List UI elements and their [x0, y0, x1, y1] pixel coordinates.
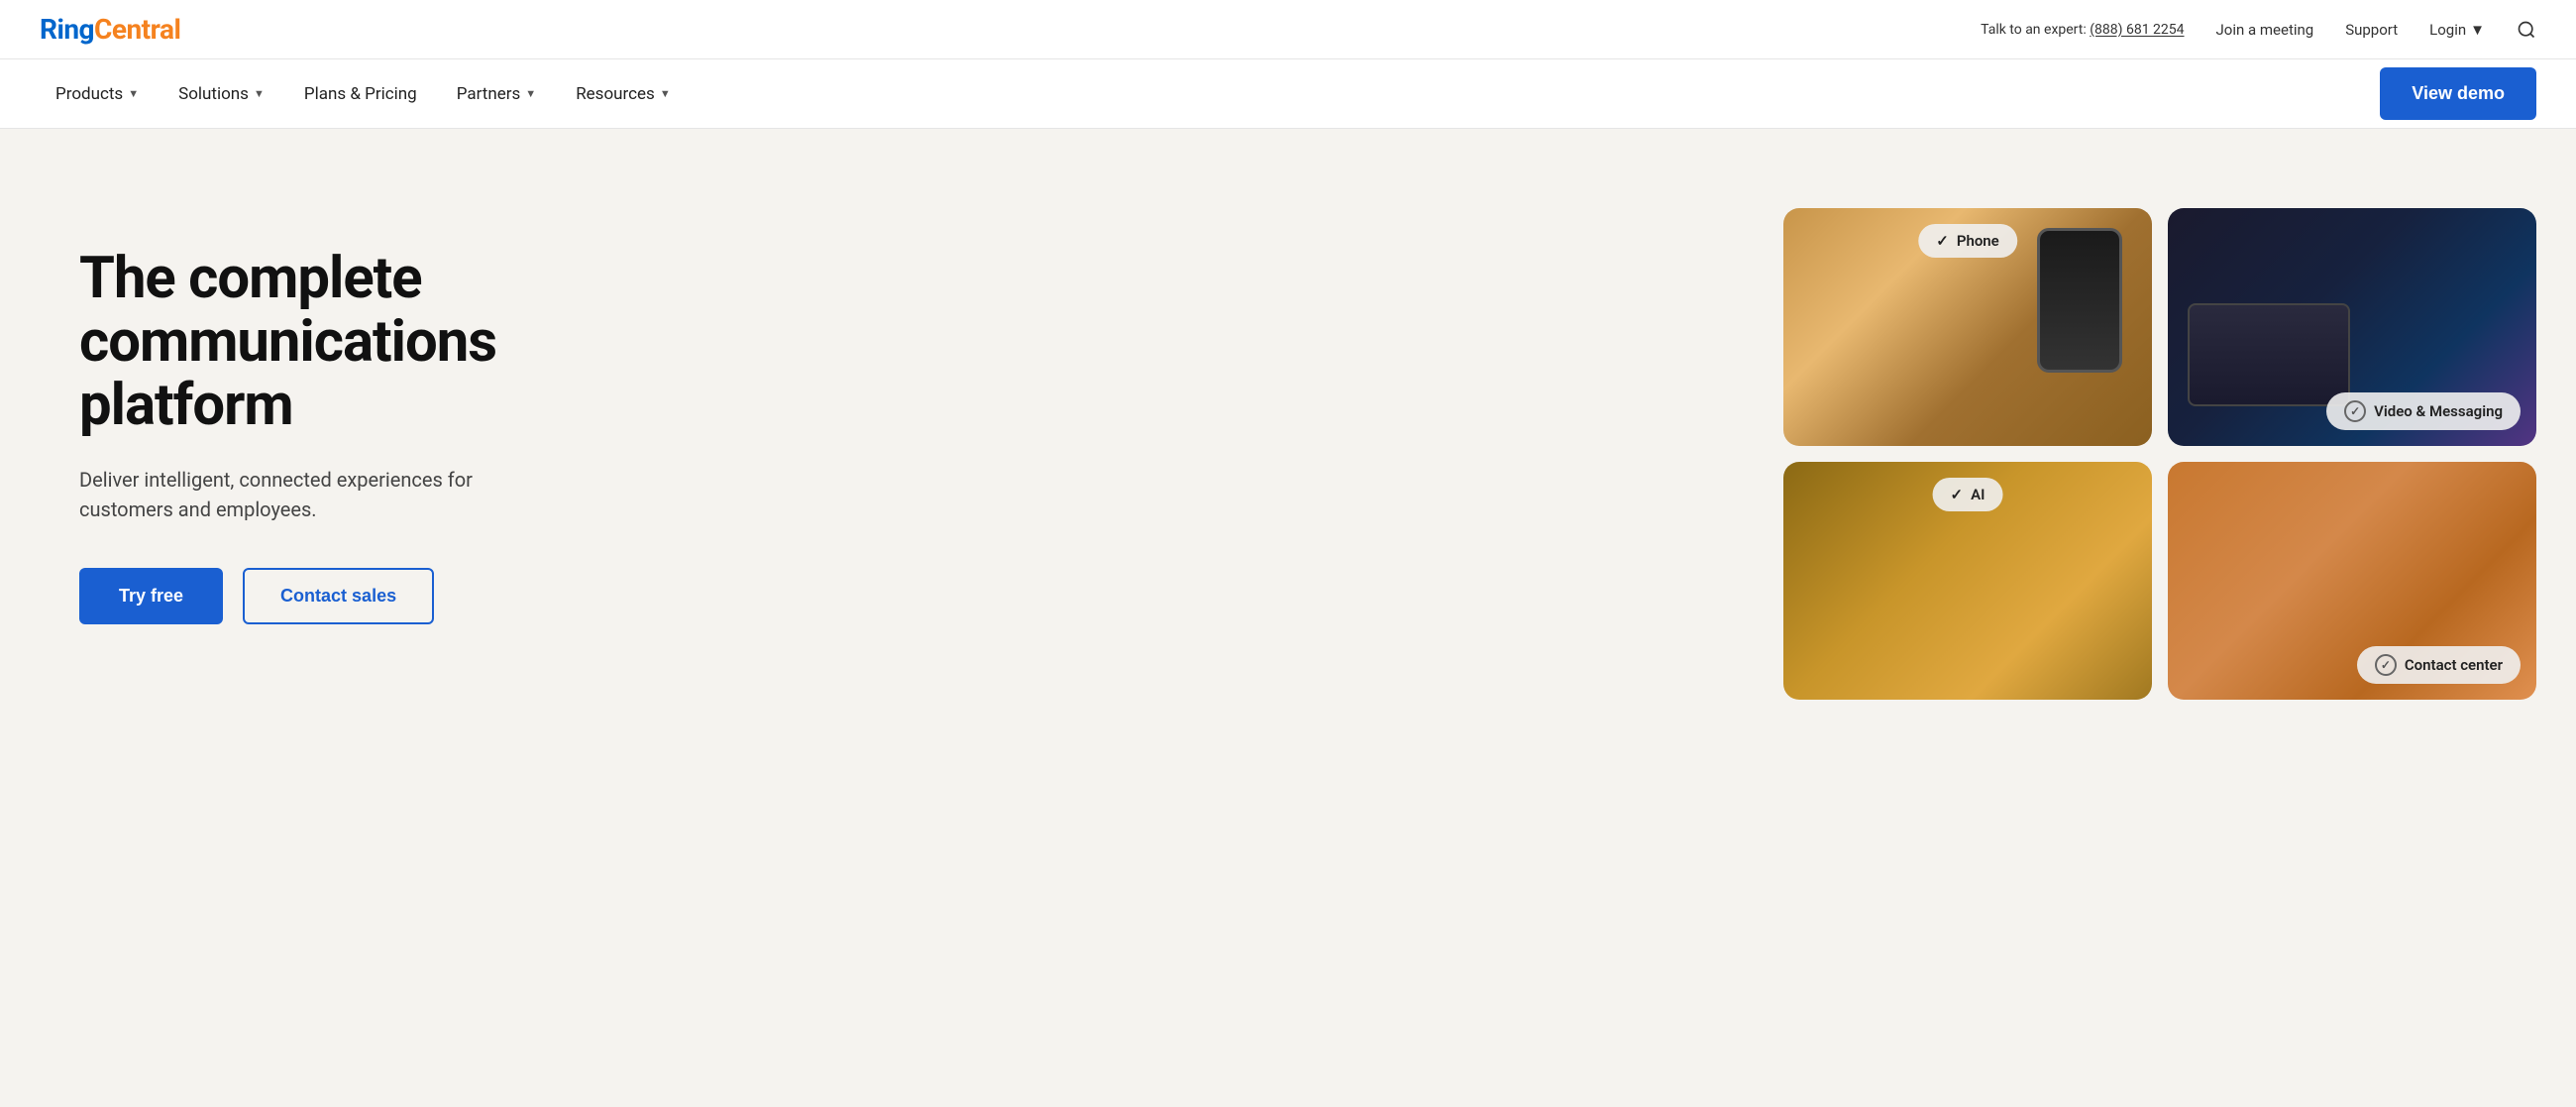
hero-left: The complete communications platform Del…	[79, 188, 594, 624]
check-circle-icon: ✓	[1936, 232, 1949, 250]
chevron-down-icon: ▼	[254, 87, 265, 100]
image-card-phone: ✓ Phone	[1783, 208, 2152, 446]
chevron-down-icon: ▼	[525, 87, 536, 100]
search-icon[interactable]	[2517, 20, 2536, 40]
hero-title: The complete communications platform	[79, 248, 594, 437]
image-card-ai: ✓ AI	[1783, 462, 2152, 700]
contact-sales-button[interactable]: Contact sales	[243, 568, 434, 624]
chevron-down-icon: ▼	[128, 87, 139, 100]
image-card-video: ✓ Video & Messaging	[2168, 208, 2536, 446]
nav-bar: Products ▼ Solutions ▼ Plans & Pricing P…	[0, 59, 2576, 129]
phone-card-label: ✓ Phone	[1918, 224, 2017, 258]
nav-links: Products ▼ Solutions ▼ Plans & Pricing P…	[40, 76, 687, 112]
expert-text: Talk to an expert: (888) 681 2254	[1981, 22, 2184, 38]
nav-plans-pricing[interactable]: Plans & Pricing	[288, 76, 433, 112]
hero-section: The complete communications platform Del…	[0, 129, 2576, 1107]
chevron-down-icon: ▼	[660, 87, 671, 100]
view-demo-button[interactable]: View demo	[2380, 67, 2536, 120]
support-link[interactable]: Support	[2345, 21, 2398, 39]
contact-card-label: ✓ Contact center	[2357, 646, 2521, 684]
top-bar: RingCentral Talk to an expert: (888) 681…	[0, 0, 2576, 59]
top-right: Talk to an expert: (888) 681 2254 Join a…	[1981, 20, 2536, 40]
login-link[interactable]: Login ▼	[2429, 21, 2485, 39]
hero-right: ✓ Phone ✓ Video & Messaging ✓ AI ✓ Conta…	[1783, 188, 2536, 700]
nav-products[interactable]: Products ▼	[40, 76, 155, 112]
nav-resources[interactable]: Resources ▼	[560, 76, 687, 112]
nav-partners[interactable]: Partners ▼	[441, 76, 552, 112]
expert-phone-link[interactable]: (888) 681 2254	[2090, 22, 2184, 38]
logo[interactable]: RingCentral	[40, 13, 180, 46]
join-meeting-link[interactable]: Join a meeting	[2216, 21, 2314, 39]
try-free-button[interactable]: Try free	[79, 568, 223, 624]
nav-solutions[interactable]: Solutions ▼	[162, 76, 280, 112]
check-circle-icon: ✓	[2344, 400, 2366, 422]
chevron-down-icon: ▼	[2470, 21, 2485, 39]
check-circle-icon: ✓	[1951, 486, 1964, 503]
hero-buttons: Try free Contact sales	[79, 568, 594, 624]
ai-card-label: ✓ AI	[1933, 478, 2003, 511]
logo-ring: Ring	[40, 13, 94, 46]
video-card-label: ✓ Video & Messaging	[2326, 392, 2521, 430]
image-card-contact: ✓ Contact center	[2168, 462, 2536, 700]
hero-subtitle: Deliver intelligent, connected experienc…	[79, 465, 515, 524]
check-circle-icon: ✓	[2375, 654, 2397, 676]
logo-central: Central	[94, 13, 180, 46]
